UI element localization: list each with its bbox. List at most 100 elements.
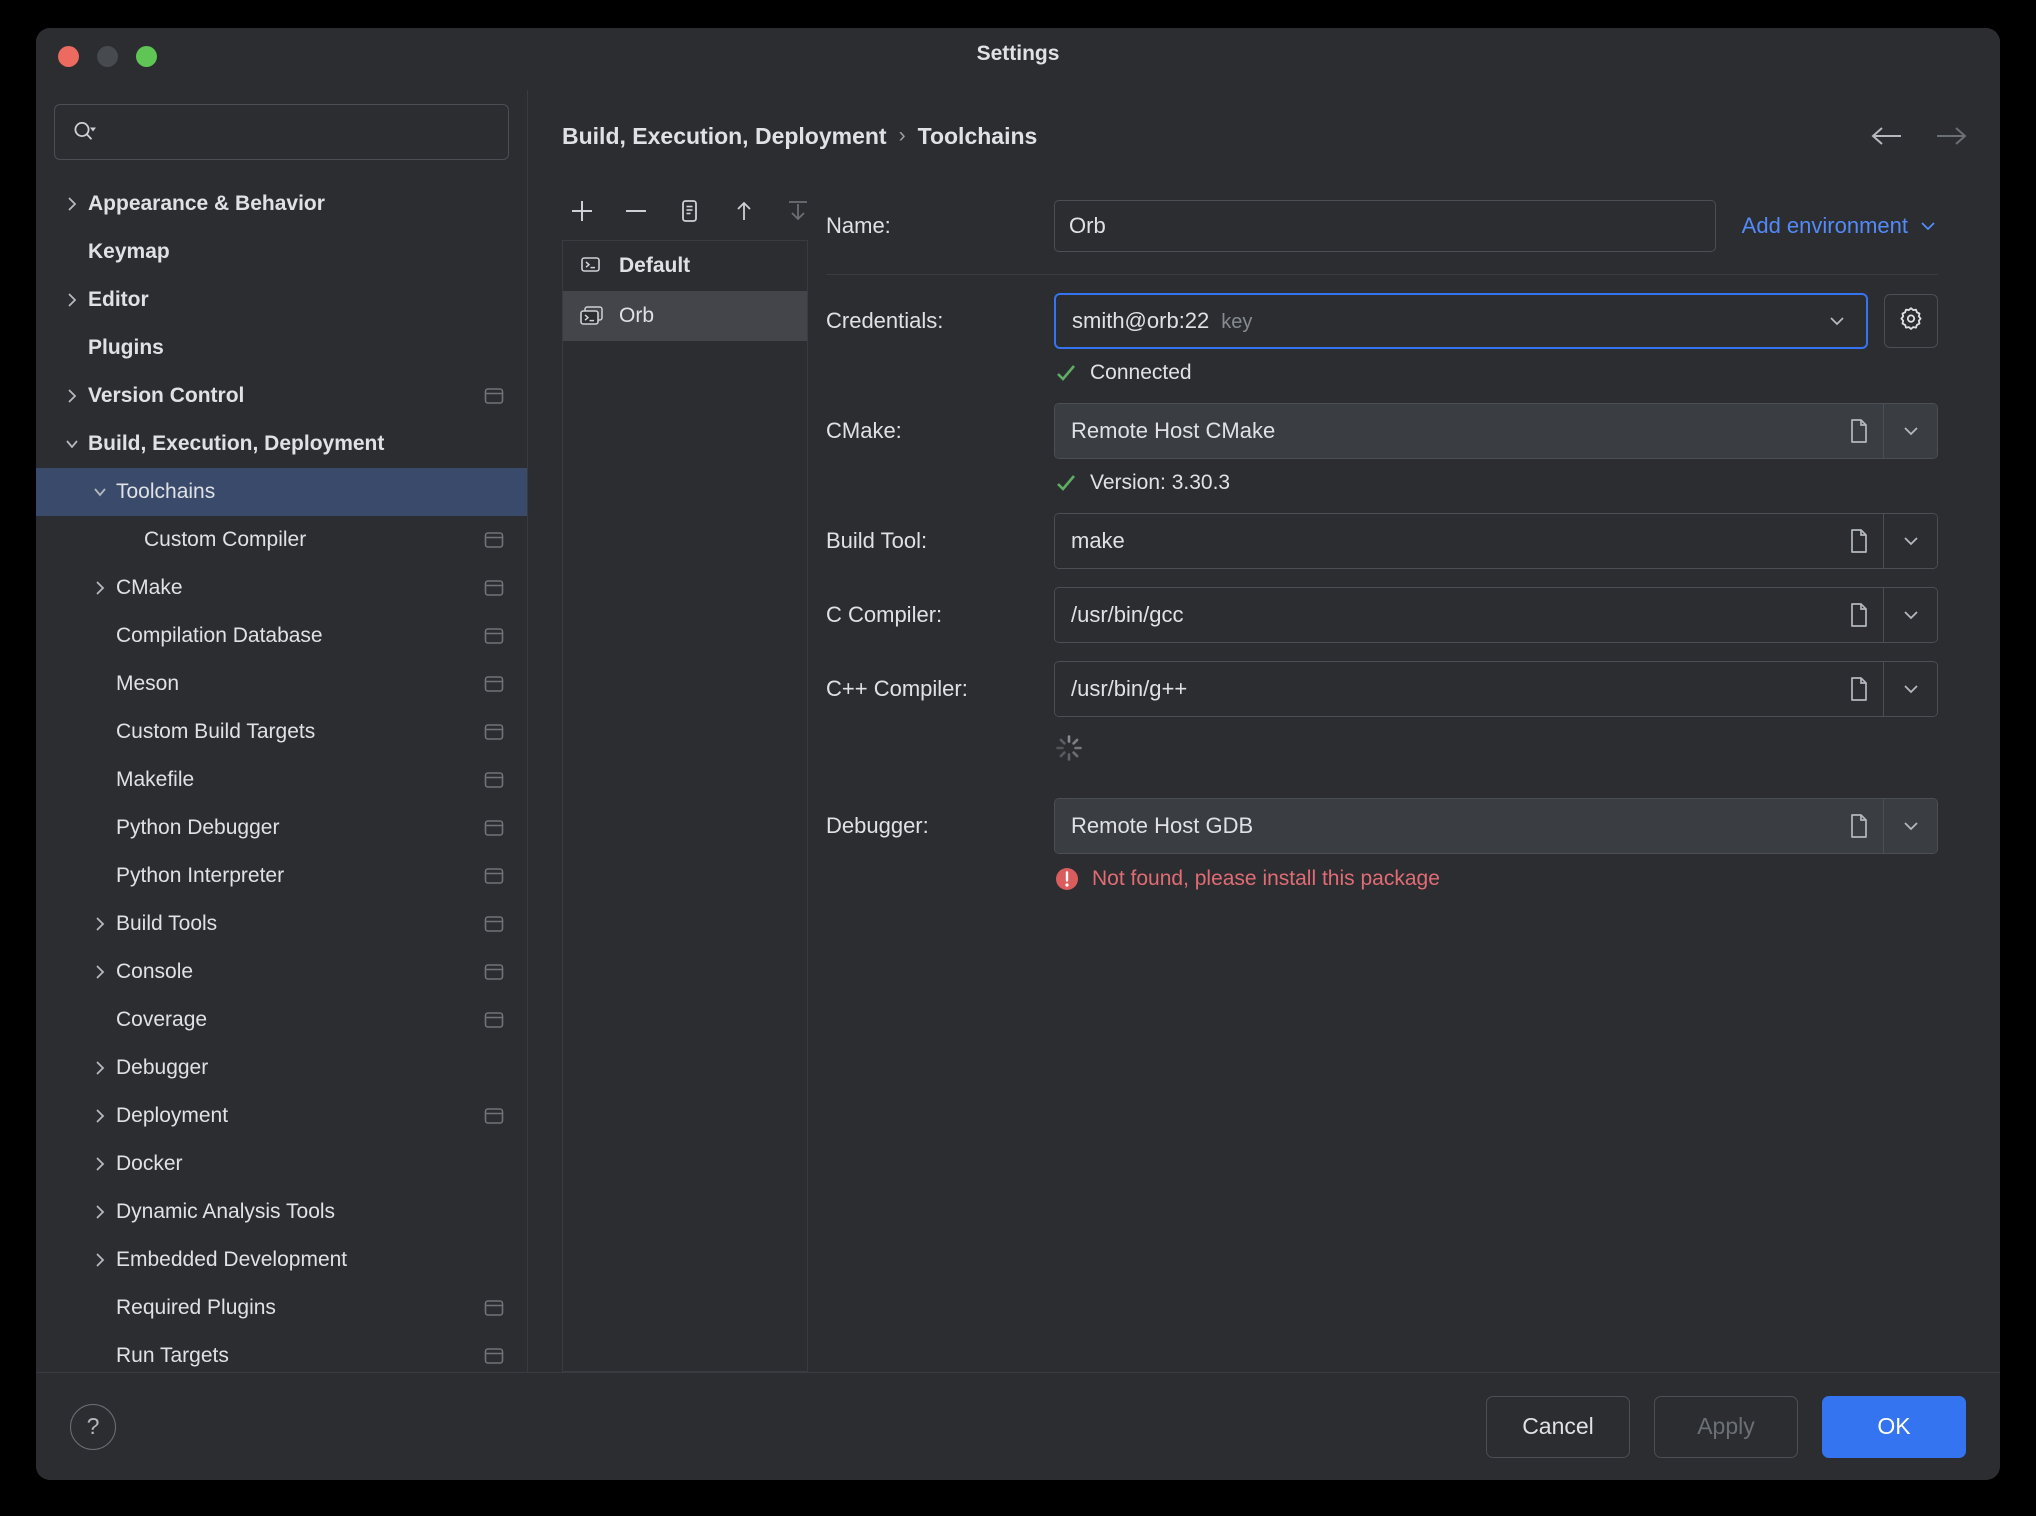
chevron-down-icon[interactable] xyxy=(1883,799,1937,853)
name-input[interactable]: Orb xyxy=(1054,200,1716,252)
forward-arrow-icon[interactable] xyxy=(1934,124,1968,148)
sidebar-item-cmake[interactable]: CMake xyxy=(36,564,527,612)
folder-icon[interactable] xyxy=(1837,602,1871,628)
folder-icon[interactable] xyxy=(1837,813,1871,839)
settings-tree[interactable]: Appearance & Behavior Keymap Editor Plugins… xyxy=(36,176,527,1372)
chevron-right-icon[interactable] xyxy=(86,579,114,597)
c-compiler-label: C Compiler: xyxy=(826,602,943,627)
sidebar-item-version-control[interactable]: Version Control xyxy=(36,372,527,420)
cmake-field[interactable]: Remote Host CMake xyxy=(1054,403,1938,459)
chevron-right-icon[interactable] xyxy=(86,1203,114,1221)
chevron-down-icon[interactable] xyxy=(1883,588,1937,642)
sidebar-item-label: Plugins xyxy=(88,336,164,359)
apply-button[interactable]: Apply xyxy=(1654,1395,1798,1458)
chevron-down-icon[interactable] xyxy=(1883,404,1937,458)
sidebar-item-makefile[interactable]: Makefile xyxy=(36,756,527,804)
folder-icon[interactable] xyxy=(1837,676,1871,702)
chevron-right-icon[interactable] xyxy=(86,1155,114,1173)
project-scope-icon xyxy=(483,962,505,982)
credentials-settings-button[interactable] xyxy=(1884,294,1938,348)
credentials-row: Credentials: smith@orb:22 key xyxy=(826,293,1938,349)
sidebar-item-plugins[interactable]: Plugins xyxy=(36,324,527,372)
toolchain-list[interactable]: Default Orb xyxy=(562,240,808,1372)
sidebar-item-run-targets[interactable]: Run Targets xyxy=(36,1332,527,1372)
debugger-field[interactable]: Remote Host GDB xyxy=(1054,798,1938,854)
toolchain-list-column: Default Orb xyxy=(528,182,808,1372)
add-environment-button[interactable]: Add environment xyxy=(1742,213,1938,239)
toolchain-item-orb[interactable]: Orb xyxy=(563,291,807,341)
sidebar-item-appearance-behavior[interactable]: Appearance & Behavior xyxy=(36,180,527,228)
debugger-row: Debugger: Remote Host GDB xyxy=(826,798,1938,854)
sidebar-item-meson[interactable]: Meson xyxy=(36,660,527,708)
build-tool-row: Build Tool: make xyxy=(826,513,1938,569)
chevron-right-icon[interactable] xyxy=(58,387,86,405)
sidebar-item-toolchains[interactable]: Toolchains xyxy=(36,468,527,516)
sidebar-item-label: Custom Compiler xyxy=(144,528,307,551)
help-button[interactable]: ? xyxy=(70,1403,116,1450)
sidebar-item-debugger[interactable]: Debugger xyxy=(36,1044,527,1092)
chevron-down-icon[interactable] xyxy=(1826,314,1854,328)
ok-button[interactable]: OK xyxy=(1822,1395,1966,1458)
chevron-down-icon[interactable] xyxy=(1883,514,1937,568)
sidebar-item-keymap[interactable]: Keymap xyxy=(36,228,527,276)
add-icon[interactable] xyxy=(568,197,596,225)
sidebar-item-deployment[interactable]: Deployment xyxy=(36,1092,527,1140)
project-scope-icon xyxy=(483,578,505,598)
sidebar-item-custom-build-targets[interactable]: Custom Build Targets xyxy=(36,708,527,756)
cpp-compiler-label: C++ Compiler: xyxy=(826,676,968,701)
build-tool-control: make xyxy=(1054,513,1938,569)
cpp-compiler-field[interactable]: /usr/bin/g++ xyxy=(1054,661,1938,717)
sidebar-item-custom-compiler[interactable]: Custom Compiler xyxy=(36,516,527,564)
chevron-right-icon[interactable] xyxy=(58,291,86,309)
settings-window: Settings Appearance & Behavior Keymap Edit xyxy=(36,28,2000,1480)
chevron-down-icon[interactable] xyxy=(86,483,114,501)
name-control: Orb Add environment xyxy=(1054,200,1938,252)
cancel-button[interactable]: Cancel xyxy=(1486,1395,1630,1458)
chevron-right-icon[interactable] xyxy=(86,963,114,981)
terminal-icon xyxy=(579,254,605,278)
credentials-combobox[interactable]: smith@orb:22 key xyxy=(1054,293,1868,349)
credentials-control: smith@orb:22 key xyxy=(1054,293,1938,349)
search-input[interactable] xyxy=(105,121,492,143)
sidebar-item-python-debugger[interactable]: Python Debugger xyxy=(36,804,527,852)
build-tool-field[interactable]: make xyxy=(1054,513,1938,569)
sidebar-item-build-tools[interactable]: Build Tools xyxy=(36,900,527,948)
search-box[interactable] xyxy=(54,104,509,160)
check-icon xyxy=(1054,471,1078,495)
loading-spinner-icon xyxy=(1054,733,1084,768)
sidebar-item-console[interactable]: Console xyxy=(36,948,527,996)
sidebar-item-embedded-development[interactable]: Embedded Development xyxy=(36,1236,527,1284)
breadcrumb: Build, Execution, Deployment › Toolchain… xyxy=(562,123,1037,150)
sidebar-item-required-plugins[interactable]: Required Plugins xyxy=(36,1284,527,1332)
chevron-right-icon[interactable] xyxy=(58,195,86,213)
sidebar-item-editor[interactable]: Editor xyxy=(36,276,527,324)
sidebar-item-python-interpreter[interactable]: Python Interpreter xyxy=(36,852,527,900)
remove-icon[interactable] xyxy=(622,197,650,225)
sidebar-item-label: Python Debugger xyxy=(116,816,280,839)
sidebar-item-dynamic-analysis-tools[interactable]: Dynamic Analysis Tools xyxy=(36,1188,527,1236)
debugger-value: Remote Host GDB xyxy=(1071,813,1254,838)
sidebar-item-label: Build, Execution, Deployment xyxy=(88,432,385,455)
move-up-icon[interactable] xyxy=(730,197,758,225)
cmake-status-row: Version: 3.30.3 xyxy=(826,471,1938,495)
folder-icon[interactable] xyxy=(1837,418,1871,444)
sidebar-item-build-execution-deployment[interactable]: Build, Execution, Deployment xyxy=(36,420,527,468)
chevron-down-icon[interactable] xyxy=(1883,662,1937,716)
chevron-down-icon[interactable] xyxy=(58,435,86,453)
footer-actions: Cancel Apply OK xyxy=(1486,1395,1966,1458)
sidebar-item-compilation-database[interactable]: Compilation Database xyxy=(36,612,527,660)
sidebar-item-label: Deployment xyxy=(116,1104,229,1127)
chevron-right-icon[interactable] xyxy=(86,1059,114,1077)
search-wrapper xyxy=(36,90,527,176)
sidebar-item-docker[interactable]: Docker xyxy=(36,1140,527,1188)
chevron-right-icon[interactable] xyxy=(86,1251,114,1269)
folder-icon[interactable] xyxy=(1837,528,1871,554)
breadcrumb-root[interactable]: Build, Execution, Deployment xyxy=(562,123,887,150)
chevron-right-icon[interactable] xyxy=(86,1107,114,1125)
sidebar-item-coverage[interactable]: Coverage xyxy=(36,996,527,1044)
chevron-right-icon[interactable] xyxy=(86,915,114,933)
back-arrow-icon[interactable] xyxy=(1870,124,1904,148)
c-compiler-field[interactable]: /usr/bin/gcc xyxy=(1054,587,1938,643)
toolchain-item-default[interactable]: Default xyxy=(563,241,807,291)
copy-icon[interactable] xyxy=(676,197,704,225)
